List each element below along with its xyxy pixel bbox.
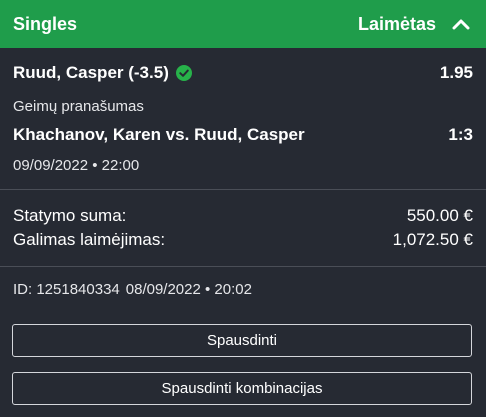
bet-meta: ID: 1251840334 08/09/2022 • 20:02 [12, 267, 474, 311]
selection-row: Ruud, Casper (-3.5) 1.95 [13, 62, 473, 84]
stake-row: Statymo suma: 550.00 € [13, 204, 473, 228]
potential-win-label: Galimas laimėjimas: [13, 230, 166, 249]
bet-header[interactable]: Singles Laimėtas [0, 0, 486, 48]
print-button[interactable]: Spausdinti [12, 324, 472, 357]
selection-details: Ruud, Casper (-3.5) 1.95 Geimų pranašuma… [0, 48, 486, 190]
potential-win-row: Galimas laimėjimas: 1,072.50 € [13, 228, 473, 252]
selection-odds: 1.95 [439, 63, 473, 82]
bet-status-label: Laimėtas [357, 13, 436, 34]
potential-win-value: 1,072.50 € [392, 230, 473, 249]
market-name: Geimų pranašumas [13, 98, 144, 115]
bet-footer: ID: 1251840334 08/09/2022 • 20:02 Spausdi… [0, 267, 486, 405]
match-datetime: 09/09/2022 • 22:00 [13, 157, 140, 174]
match-name: Khachanov, Karen vs. Ruud, Casper [13, 125, 305, 144]
print-combinations-button[interactable]: Spausdinti kombinacijas [12, 372, 472, 405]
collapse-toggle[interactable]: Laimėtas [358, 13, 472, 35]
bet-placed-datetime: 08/09/2022 • 20:02 [125, 281, 252, 298]
bet-type-title: Singles [13, 13, 78, 34]
match-row: Khachanov, Karen vs. Ruud, Casper 1:3 [13, 124, 473, 146]
bet-slip-card: Singles Laimėtas Ruud, Casper (-3.5) 1.9… [0, 0, 486, 417]
chevron-up-icon[interactable] [450, 13, 472, 35]
stake-value: 550.00 € [406, 206, 473, 225]
stake-label: Statymo suma: [13, 206, 127, 225]
check-circle-icon [175, 65, 192, 81]
bet-id: ID: 1251840334 [13, 281, 120, 298]
bet-summary: Statymo suma: 550.00 € Galimas laimėjima… [0, 190, 486, 267]
match-score: 1:3 [448, 125, 473, 144]
selection-name: Ruud, Casper (-3.5) [13, 63, 169, 82]
